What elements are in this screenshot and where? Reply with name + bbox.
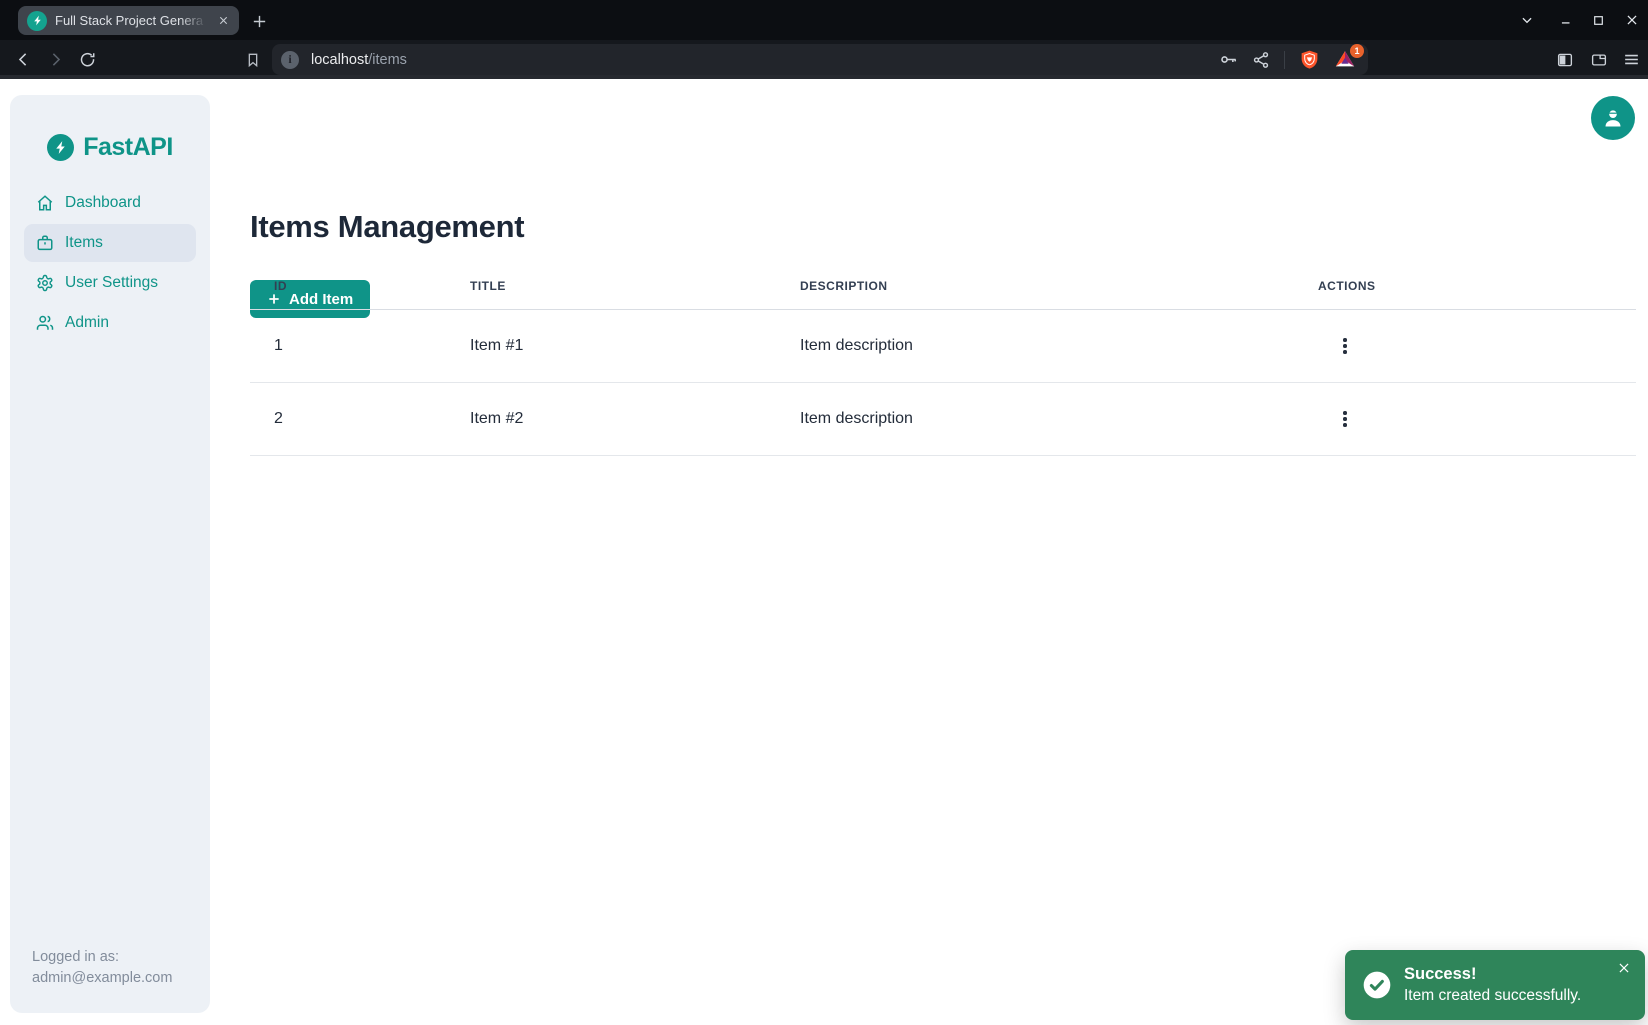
cell-id: 1: [250, 337, 446, 355]
url-host: localhost: [311, 52, 368, 68]
bookmark-icon[interactable]: [238, 40, 268, 79]
url-text: localhost/items: [311, 52, 1219, 68]
toast-close-icon[interactable]: [1615, 959, 1633, 977]
close-window-button[interactable]: [1615, 0, 1648, 40]
sidebar-footer: Logged in as: admin@example.com: [32, 947, 172, 989]
home-icon: [36, 194, 54, 212]
address-bar[interactable]: i localhost/items 1: [272, 44, 1368, 75]
brand-name: FastAPI: [83, 133, 173, 162]
users-icon: [36, 314, 54, 332]
wallet-icon[interactable]: [1584, 40, 1614, 79]
items-table-body: 1 Item #1 Item description 2 Item #2 Ite…: [250, 310, 1636, 456]
col-header-title: TITLE: [446, 279, 776, 293]
menu-icon[interactable]: [1616, 40, 1646, 79]
url-path: /items: [368, 52, 407, 68]
browser-window: Full Stack Project Genera: [0, 0, 1648, 1025]
table-header-row: ID TITLE DESCRIPTION ACTIONS: [250, 262, 1636, 310]
cell-id: 2: [250, 410, 446, 428]
key-icon[interactable]: [1219, 50, 1238, 69]
page-content: FastAPI Dashboard Items User Settings A: [0, 83, 1648, 1025]
sidebar-item-label: Items: [65, 234, 103, 252]
forward-icon[interactable]: [40, 40, 70, 79]
new-tab-button[interactable]: [246, 8, 272, 34]
minimize-button[interactable]: [1549, 0, 1582, 40]
brave-rewards-icon[interactable]: 1: [1334, 48, 1358, 72]
table-row: 2 Item #2 Item description: [250, 383, 1636, 456]
site-info-icon[interactable]: i: [281, 51, 299, 69]
share-icon[interactable]: [1252, 51, 1270, 69]
window-controls: [1510, 0, 1648, 40]
logged-in-email: admin@example.com: [32, 968, 172, 989]
tab-close-icon[interactable]: [215, 13, 231, 29]
gear-icon: [36, 274, 54, 292]
navigation-toolbar: i localhost/items 1: [0, 40, 1648, 79]
page-title: Items Management: [250, 209, 524, 245]
row-actions-kebab-icon[interactable]: [1332, 331, 1358, 361]
sidebar-item-items[interactable]: Items: [24, 224, 196, 262]
cell-description: Item description: [776, 337, 1294, 355]
tab-title: Full Stack Project Genera: [55, 13, 207, 28]
fastapi-logo-icon: [47, 134, 74, 161]
sidebar-item-dashboard[interactable]: Dashboard: [24, 184, 196, 222]
cell-description: Item description: [776, 410, 1294, 428]
cell-actions: [1294, 331, 1636, 361]
col-header-actions: ACTIONS: [1294, 279, 1636, 293]
sidebar-item-label: Dashboard: [65, 194, 141, 212]
cell-title: Item #2: [446, 410, 776, 428]
cell-title: Item #1: [446, 337, 776, 355]
tab-bar: Full Stack Project Genera: [0, 0, 1648, 40]
back-icon[interactable]: [8, 40, 38, 79]
toast-title: Success!: [1404, 965, 1581, 984]
toast-message: Item created successfully.: [1404, 987, 1581, 1005]
reload-icon[interactable]: [72, 40, 102, 79]
cell-actions: [1294, 404, 1636, 434]
rewards-badge: 1: [1350, 44, 1364, 58]
sidebar-item-label: User Settings: [65, 274, 158, 292]
fastapi-favicon-icon: [27, 11, 47, 31]
items-table: ID TITLE DESCRIPTION ACTIONS 1 Item #1 I…: [250, 262, 1636, 456]
user-avatar-icon: [1601, 106, 1625, 130]
sidebar-item-admin[interactable]: Admin: [24, 304, 196, 342]
maximize-button[interactable]: [1582, 0, 1615, 40]
sidebar-panel-icon[interactable]: [1550, 40, 1580, 79]
row-actions-kebab-icon[interactable]: [1332, 404, 1358, 434]
brave-shield-icon[interactable]: [1299, 49, 1320, 70]
brand: FastAPI: [10, 95, 210, 162]
col-header-id: ID: [250, 279, 446, 293]
sidebar: FastAPI Dashboard Items User Settings A: [10, 95, 210, 1013]
browser-tab[interactable]: Full Stack Project Genera: [18, 6, 239, 35]
sidebar-item-label: Admin: [65, 314, 109, 332]
success-toast: Success! Item created successfully.: [1345, 950, 1645, 1020]
user-avatar-button[interactable]: [1591, 96, 1635, 140]
sidebar-nav: Dashboard Items User Settings Admin: [10, 184, 210, 342]
tab-search-icon[interactable]: [1510, 0, 1543, 40]
table-row: 1 Item #1 Item description: [250, 310, 1636, 383]
col-header-description: DESCRIPTION: [776, 279, 1294, 293]
sidebar-item-user-settings[interactable]: User Settings: [24, 264, 196, 302]
toolbar-separator: [1284, 51, 1285, 69]
logged-in-label: Logged in as:: [32, 947, 172, 968]
check-circle-icon: [1361, 969, 1393, 1001]
briefcase-icon: [36, 234, 54, 252]
